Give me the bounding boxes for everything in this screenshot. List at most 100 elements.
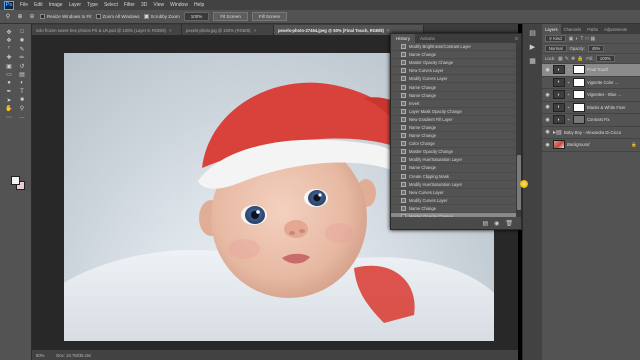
- layer-mask-thumbnail[interactable]: [573, 102, 585, 112]
- history-state[interactable]: Name Change: [391, 92, 518, 100]
- pen-tool-icon[interactable]: ✒: [4, 88, 14, 96]
- menu-filter[interactable]: Filter: [124, 2, 135, 8]
- layer-row[interactable]: ◉◐⚭ Vignette Color ...: [542, 77, 640, 89]
- properties-dock-icon[interactable]: ▦: [527, 56, 539, 66]
- play-action-icon[interactable]: ▶: [527, 42, 539, 52]
- layer-name[interactable]: Baby Boy - Alexandra Di Cicco: [564, 130, 621, 135]
- filter-shape-icon[interactable]: □: [585, 36, 588, 42]
- history-state[interactable]: New Gradient Fill Layer: [391, 116, 518, 124]
- close-icon[interactable]: ×: [254, 28, 257, 33]
- eyedropper-tool-icon[interactable]: ✎: [17, 45, 27, 53]
- visibility-eye-icon[interactable]: ◉: [544, 116, 551, 123]
- menu-window[interactable]: Window: [170, 2, 188, 8]
- healing-brush-tool-icon[interactable]: ✚: [4, 54, 14, 62]
- history-dock-icon[interactable]: ▤: [527, 28, 539, 38]
- document-tab[interactable]: solo frozen sweet tree photos PS & LR.ps…: [32, 25, 182, 35]
- visibility-eye-icon[interactable]: ◉: [544, 104, 551, 111]
- filter-smart-icon[interactable]: ▦: [590, 36, 595, 42]
- layer-row[interactable]: ◉ ▸▤ Baby Boy - Alexandra Di Cicco: [542, 127, 640, 139]
- zoom-in-icon[interactable]: ⊕: [16, 13, 24, 21]
- visibility-eye-icon[interactable]: ◉: [544, 141, 551, 148]
- history-state[interactable]: Invert: [391, 100, 518, 108]
- menu-image[interactable]: Image: [49, 2, 63, 8]
- history-state[interactable]: Master Opacity Change: [391, 59, 518, 68]
- lock-transparent-icon[interactable]: ▦: [558, 56, 563, 62]
- visibility-eye-icon[interactable]: ◉: [544, 66, 551, 73]
- move-tool-icon[interactable]: ✥: [4, 28, 14, 36]
- zoom-all-windows-checkbox[interactable]: Zoom All Windows: [95, 14, 140, 19]
- history-state[interactable]: Color Change: [391, 140, 518, 149]
- tab-channels[interactable]: Channels: [561, 24, 585, 34]
- tab-actions[interactable]: Actions: [415, 34, 440, 43]
- edit-toolbar-icon[interactable]: …: [17, 113, 27, 121]
- marquee-tool-icon[interactable]: □: [17, 28, 27, 36]
- foreground-color-swatch[interactable]: [11, 176, 20, 185]
- history-state[interactable]: New Curves Layer: [391, 67, 518, 76]
- document-tab[interactable]: pexels-photo.jpg @ 100% (RGB/8) ×: [182, 25, 274, 35]
- menu-help[interactable]: Help: [194, 2, 204, 8]
- layer-name[interactable]: Contrast Fix: [587, 117, 610, 122]
- visibility-eye-icon[interactable]: ◉: [544, 129, 551, 136]
- fill-screen-button[interactable]: Fill Screen: [251, 12, 288, 21]
- tab-layers[interactable]: Layers: [542, 24, 561, 34]
- history-state[interactable]: Modify Brightness/Contrast Layer: [391, 43, 518, 52]
- path-select-tool-icon[interactable]: ➤: [4, 96, 14, 104]
- history-state[interactable]: Name Change: [391, 124, 518, 133]
- zoom-tool-icon[interactable]: ⚲: [4, 13, 12, 21]
- layer-name[interactable]: Vignette Color ...: [587, 80, 618, 85]
- fit-screen-button[interactable]: Fit Screen: [213, 12, 248, 21]
- mask-link-icon[interactable]: ⚭: [567, 67, 571, 72]
- history-state[interactable]: Modify Curves Layer: [391, 197, 518, 205]
- history-state[interactable]: Master Opacity Change: [391, 148, 518, 157]
- visibility-eye-icon[interactable]: ◉: [544, 91, 551, 98]
- menu-3d[interactable]: 3D: [141, 2, 147, 8]
- more-tools-icon[interactable]: ⋯: [4, 113, 14, 121]
- menu-file[interactable]: File: [20, 2, 28, 8]
- lasso-tool-icon[interactable]: ❖: [4, 37, 14, 45]
- dodge-tool-icon[interactable]: ◐: [17, 79, 27, 87]
- layer-name[interactable]: Vignettes - Blue ...: [587, 92, 621, 97]
- tab-adjustments[interactable]: Adjustments: [601, 24, 630, 34]
- history-state[interactable]: Modify Hue/Saturation Layer: [391, 156, 518, 165]
- history-state[interactable]: Name Change: [391, 132, 518, 141]
- crop-tool-icon[interactable]: ⌜: [4, 45, 14, 53]
- quick-select-tool-icon[interactable]: ✸: [17, 37, 27, 45]
- history-state[interactable]: Modify Hue/Saturation Layer: [391, 181, 518, 189]
- trash-icon[interactable]: 🗑: [505, 220, 513, 227]
- menu-layer[interactable]: Layer: [69, 2, 82, 8]
- layer-row[interactable]: ◉ ◐ ⚭ Final Touch: [542, 64, 640, 77]
- eraser-tool-icon[interactable]: ▭: [4, 71, 14, 79]
- history-scrollbar[interactable]: [516, 43, 521, 218]
- camera-snapshot-icon[interactable]: ◉: [494, 220, 499, 227]
- kind-filter-select[interactable]: ⚲ Kind: [545, 35, 566, 42]
- gradient-tool-icon[interactable]: ▤: [17, 71, 27, 79]
- history-state[interactable]: Name Change: [391, 205, 518, 213]
- tab-paths[interactable]: Paths: [584, 24, 601, 34]
- layer-name[interactable]: Final Touch: [587, 67, 608, 72]
- history-state[interactable]: Modify Curves Layer: [391, 75, 518, 84]
- lock-position-icon[interactable]: ✥: [571, 56, 575, 62]
- mask-link-icon[interactable]: ⚭: [567, 80, 571, 85]
- brush-tool-icon[interactable]: ✏: [17, 54, 27, 62]
- layer-row[interactable]: ◉ ◐ ⚭ Contrast Fix: [542, 114, 640, 127]
- history-state[interactable]: Create Clipping Mask: [391, 173, 518, 181]
- layer-name[interactable]: Background: [567, 142, 589, 147]
- layer-thumbnail[interactable]: [553, 140, 565, 150]
- fill-field[interactable]: 100%: [595, 55, 615, 62]
- shape-tool-icon[interactable]: ■: [17, 96, 27, 104]
- menu-edit[interactable]: Edit: [34, 2, 43, 8]
- layer-mask-thumbnail[interactable]: [573, 77, 585, 87]
- history-state[interactable]: Name Change: [391, 164, 518, 173]
- zoom-tool-icon[interactable]: ⚲: [17, 105, 27, 113]
- lock-all-icon[interactable]: 🔒: [577, 56, 583, 62]
- history-state[interactable]: Layer Mask Opacity Change: [391, 108, 518, 116]
- folder-icon[interactable]: ▸▤: [553, 129, 562, 136]
- tab-history[interactable]: History: [391, 34, 416, 43]
- new-document-from-state-icon[interactable]: ▤: [482, 220, 488, 227]
- filter-type-icon[interactable]: T: [580, 36, 583, 42]
- blend-mode-select[interactable]: Normal: [545, 45, 567, 52]
- mask-link-icon[interactable]: ⚭: [567, 92, 571, 97]
- history-state[interactable]: Name Change: [391, 83, 518, 92]
- close-icon[interactable]: ×: [387, 28, 390, 33]
- layer-row[interactable]: ◉ ◐ ⚭ Vignettes - Blue ...: [542, 89, 640, 102]
